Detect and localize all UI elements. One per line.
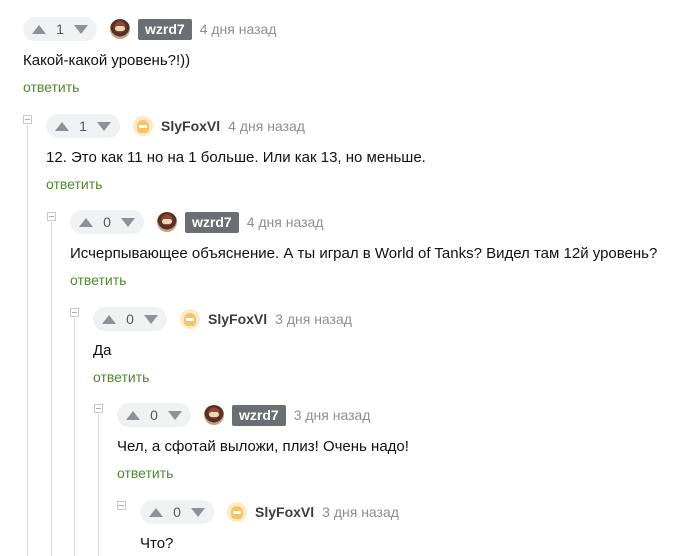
- comment-text: Да: [93, 342, 112, 359]
- upvote-arrow-icon[interactable]: [79, 217, 93, 227]
- collapse-toggle[interactable]: [94, 404, 103, 413]
- rating-widget: 1: [23, 17, 97, 41]
- rating-widget: 0: [140, 500, 214, 524]
- author-name[interactable]: wzrd7: [232, 404, 286, 426]
- comment-score: 1: [56, 21, 64, 37]
- comment-header: 0 wzrd7 3 дня назад: [117, 402, 370, 428]
- downvote-arrow-icon[interactable]: [121, 217, 135, 227]
- comment-text: 12. Это как 11 но на 1 больше. Или как 1…: [46, 149, 426, 166]
- avatar[interactable]: [110, 19, 130, 39]
- avatar[interactable]: [227, 502, 247, 522]
- collapse-toggle[interactable]: [23, 115, 32, 124]
- rating-widget: 0: [93, 307, 167, 331]
- rating-widget: 0: [70, 210, 144, 234]
- comment-score: 0: [126, 311, 134, 327]
- author-name[interactable]: wzrd7: [138, 18, 192, 40]
- thread-line: [27, 125, 28, 556]
- avatar[interactable]: [133, 116, 153, 136]
- downvote-arrow-icon[interactable]: [168, 410, 182, 420]
- upvote-arrow-icon[interactable]: [55, 121, 69, 131]
- avatar[interactable]: [180, 309, 200, 329]
- downvote-arrow-icon[interactable]: [74, 24, 88, 34]
- reply-link[interactable]: ответить: [46, 176, 102, 192]
- comment-time: 4 дня назад: [199, 21, 277, 37]
- comment-header: 0 SlyFoxVl 3 дня назад: [93, 306, 352, 332]
- reply-link[interactable]: ответить: [70, 272, 126, 288]
- comment-time: 3 дня назад: [322, 504, 399, 520]
- upvote-arrow-icon[interactable]: [102, 314, 116, 324]
- rating-widget: 0: [117, 403, 191, 427]
- comment-time: 3 дня назад: [293, 407, 371, 423]
- comment-header: 1 SlyFoxVl 4 дня назад: [46, 113, 305, 139]
- comment-score: 0: [173, 504, 181, 520]
- thread-line: [74, 318, 75, 556]
- avatar[interactable]: [157, 212, 177, 232]
- comment-header: 0 wzrd7 4 дня назад: [70, 209, 323, 235]
- comment-time: 3 дня назад: [275, 311, 352, 327]
- author-name[interactable]: SlyFoxVl: [255, 504, 314, 520]
- downvote-arrow-icon[interactable]: [144, 314, 158, 324]
- author-name[interactable]: SlyFoxVl: [161, 118, 220, 134]
- avatar[interactable]: [204, 405, 224, 425]
- upvote-arrow-icon[interactable]: [126, 410, 140, 420]
- comment-header: 0 SlyFoxVl 3 дня назад: [140, 499, 399, 525]
- collapse-toggle[interactable]: [70, 308, 79, 317]
- comment-text: Что?: [140, 535, 174, 552]
- reply-link[interactable]: ответить: [117, 465, 173, 481]
- comment-text: Исчерпывающее объяснение. А ты играл в W…: [70, 245, 658, 262]
- upvote-arrow-icon[interactable]: [32, 24, 46, 34]
- comment-score: 0: [103, 214, 111, 230]
- collapse-toggle[interactable]: [47, 212, 56, 221]
- comment-text: Чел, а сфотай выложи, плиз! Очень надо!: [117, 438, 409, 455]
- downvote-arrow-icon[interactable]: [191, 507, 205, 517]
- comment-text: Какой-какой уровень?!)): [23, 52, 191, 69]
- reply-link[interactable]: ответить: [23, 79, 79, 95]
- upvote-arrow-icon[interactable]: [149, 507, 163, 517]
- author-name[interactable]: SlyFoxVl: [208, 311, 267, 327]
- comment-score: 0: [150, 407, 158, 423]
- comment-time: 4 дня назад: [246, 214, 324, 230]
- author-name[interactable]: wzrd7: [185, 211, 239, 233]
- rating-widget: 1: [46, 114, 120, 138]
- thread-line: [98, 414, 99, 556]
- comment-thread: 1 wzrd7 4 дня назад Какой-какой уровень?…: [0, 0, 700, 556]
- comment-score: 1: [79, 118, 87, 134]
- downvote-arrow-icon[interactable]: [97, 121, 111, 131]
- comment-time: 4 дня назад: [228, 118, 305, 134]
- collapse-toggle[interactable]: [117, 501, 126, 510]
- reply-link[interactable]: ответить: [93, 369, 149, 385]
- thread-line: [51, 222, 52, 556]
- comment-header: 1 wzrd7 4 дня назад: [23, 16, 276, 42]
